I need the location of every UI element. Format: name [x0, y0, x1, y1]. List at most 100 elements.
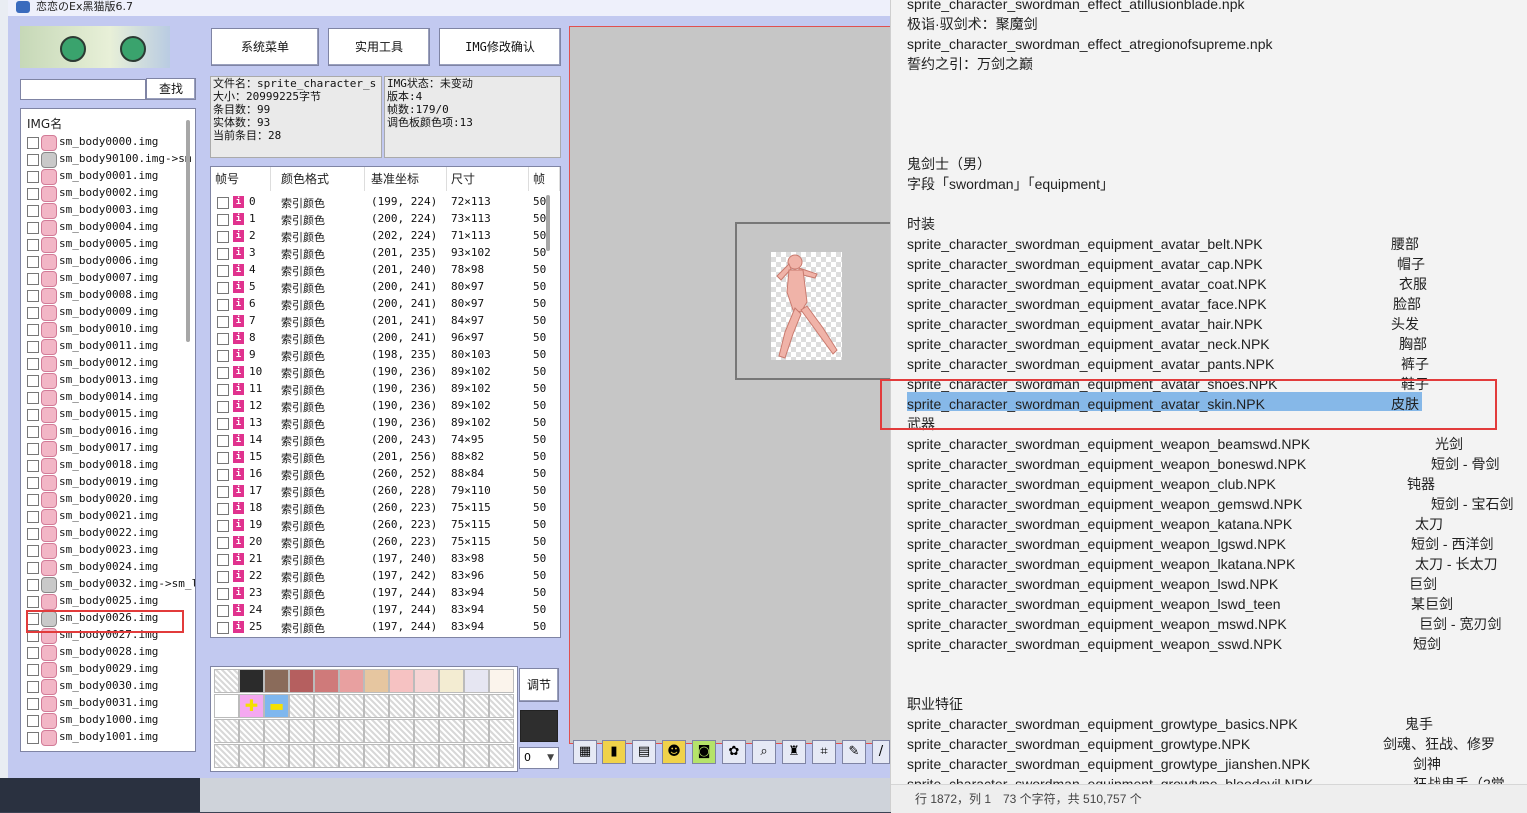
img-checkbox[interactable] [27, 579, 39, 591]
editor-line[interactable]: sprite_character_swordman_equipment_avat… [907, 234, 1517, 254]
img-checkbox[interactable] [27, 443, 39, 455]
img-list-item[interactable]: sm_body0023.img [25, 542, 185, 559]
frame-row[interactable]: i 17 索引颜色 (260, 228) 79×110 50 [211, 483, 560, 500]
img-list-item[interactable]: sm_body0032.img->sm_l [25, 576, 195, 593]
pencil-icon[interactable]: ✎ [842, 740, 866, 764]
col-frame-no[interactable]: 帧号 [211, 167, 271, 191]
img-list[interactable]: IMG名 sm_body0000.img sm_body90100.img->sm… [20, 108, 196, 752]
img-list-item[interactable]: sm_body0025.img [25, 593, 185, 610]
palette-cell[interactable] [364, 744, 389, 768]
palette-grid[interactable]: ✚ ▬ [210, 666, 518, 772]
img-checkbox[interactable] [27, 528, 39, 540]
frame-checkbox[interactable] [217, 520, 229, 532]
palette-cell[interactable] [289, 719, 314, 743]
palette-cell[interactable] [364, 694, 389, 718]
editor-line[interactable]: sprite_character_swordman_equipment_weap… [907, 614, 1517, 634]
frame-checkbox[interactable] [217, 588, 229, 600]
col-color-format[interactable]: 颜色格式 [277, 167, 365, 191]
img-checkbox[interactable] [27, 647, 39, 659]
frame-row[interactable]: i 4 索引颜色 (201, 240) 78×98 50 [211, 262, 560, 279]
editor-line[interactable]: 字段「swordman」「equipment」 [907, 174, 1517, 194]
palette-cell[interactable]: ✚ [239, 694, 264, 718]
editor-line[interactable]: 职业特征 [907, 694, 1517, 714]
palette-cell[interactable] [364, 669, 389, 693]
img-list-item[interactable]: sm_body0009.img [25, 304, 185, 321]
editor-line[interactable]: sprite_character_swordman_effect_atregio… [907, 34, 1517, 54]
palette-cell[interactable] [289, 669, 314, 693]
img-checkbox[interactable] [27, 256, 39, 268]
editor-line[interactable]: sprite_character_swordman_equipment_avat… [907, 254, 1517, 274]
current-color-swatch[interactable] [520, 710, 558, 742]
frame-checkbox[interactable] [217, 197, 229, 209]
img-checkbox[interactable] [27, 205, 39, 217]
img-checkbox[interactable] [27, 732, 39, 744]
frame-row[interactable]: i 8 索引颜色 (200, 241) 96×97 50 [211, 330, 560, 347]
img-checkbox[interactable] [27, 392, 39, 404]
img-list-item[interactable]: sm_body0031.img [25, 695, 185, 712]
palette-cell[interactable] [389, 744, 414, 768]
editor-line[interactable]: 誓约之引：万剑之巅 [907, 54, 1517, 74]
palette-cell[interactable] [489, 744, 514, 768]
frame-row[interactable]: i 6 索引颜色 (200, 241) 80×97 50 [211, 296, 560, 313]
frame-row[interactable]: i 2 索引颜色 (202, 224) 71×113 50 [211, 228, 560, 245]
editor-line[interactable] [907, 74, 1517, 94]
palette-cell[interactable] [239, 719, 264, 743]
img-list-item[interactable]: sm_body0000.img [25, 134, 185, 151]
search-input[interactable] [20, 79, 146, 100]
palette-cell[interactable] [439, 744, 464, 768]
frame-checkbox[interactable] [217, 333, 229, 345]
frame-checkbox[interactable] [217, 435, 229, 447]
palette-cell[interactable] [314, 669, 339, 693]
editor-line[interactable]: sprite_character_swordman_equipment_grow… [907, 734, 1517, 754]
palette-cell[interactable] [239, 744, 264, 768]
img-list-item[interactable]: sm_body0018.img [25, 457, 185, 474]
img-list-item[interactable]: sm_body0019.img [25, 474, 185, 491]
img-checkbox[interactable] [27, 426, 39, 438]
img-checkbox[interactable] [27, 341, 39, 353]
palette-cell[interactable] [314, 719, 339, 743]
tools-button[interactable]: 实用工具 [328, 28, 430, 66]
frame-checkbox[interactable] [217, 537, 229, 549]
system-menu-button[interactable]: 系统菜单 [211, 28, 319, 66]
editor-line[interactable]: sprite_character_swordman_equipment_avat… [907, 314, 1517, 334]
editor-line[interactable]: sprite_character_swordman_equipment_weap… [907, 434, 1517, 454]
frame-checkbox[interactable] [217, 571, 229, 583]
cat-tool-icon[interactable]: ☻ [662, 740, 686, 764]
img-list-item[interactable]: sm_body0030.img [25, 678, 185, 695]
camera-tool-icon[interactable]: ◙ [692, 740, 716, 764]
frame-checkbox[interactable] [217, 554, 229, 566]
img-list-item[interactable]: sm_body1001.img [25, 729, 185, 746]
editor-line[interactable]: 鬼剑士（男） [907, 154, 1517, 174]
palette-cell[interactable] [289, 694, 314, 718]
frame-checkbox[interactable] [217, 605, 229, 617]
img-checkbox[interactable] [27, 154, 39, 166]
img-list-item[interactable]: sm_body0017.img [25, 440, 185, 457]
palette-cell[interactable] [214, 744, 239, 768]
col-size[interactable]: 尺寸 [447, 167, 529, 191]
palette-cell[interactable] [214, 669, 239, 693]
palette-cell[interactable] [414, 719, 439, 743]
frame-row[interactable]: i 22 索引颜色 (197, 242) 83×96 50 [211, 568, 560, 585]
img-checkbox[interactable] [27, 375, 39, 387]
editor-line[interactable]: sprite_character_swordman_equipment_avat… [907, 354, 1517, 374]
frame-row[interactable]: i 1 索引颜色 (200, 224) 73×113 50 [211, 211, 560, 228]
palette-cell[interactable] [364, 719, 389, 743]
img-list-item[interactable]: sm_body0015.img [25, 406, 185, 423]
editor-line[interactable] [907, 194, 1517, 214]
img-checkbox[interactable] [27, 290, 39, 302]
frame-checkbox[interactable] [217, 248, 229, 260]
editor-line[interactable] [907, 654, 1517, 674]
img-list-item[interactable]: sm_body0021.img [25, 508, 185, 525]
img-checkbox[interactable] [27, 494, 39, 506]
img-list-item[interactable]: sm_body0014.img [25, 389, 185, 406]
img-list-item[interactable]: sm_body0010.img [25, 321, 185, 338]
img-checkbox[interactable] [27, 222, 39, 234]
img-list-item[interactable]: sm_body0011.img [25, 338, 185, 355]
img-confirm-button[interactable]: IMG修改确认 [439, 28, 561, 66]
frame-row[interactable]: i 15 索引颜色 (201, 256) 88×82 50 [211, 449, 560, 466]
img-checkbox[interactable] [27, 698, 39, 710]
img-list-item[interactable]: sm_body0005.img [25, 236, 185, 253]
editor-line[interactable]: sprite_character_swordman_equipment_weap… [907, 534, 1517, 554]
palette-tool-icon[interactable]: ▮ [602, 740, 626, 764]
palette-cell[interactable] [464, 719, 489, 743]
